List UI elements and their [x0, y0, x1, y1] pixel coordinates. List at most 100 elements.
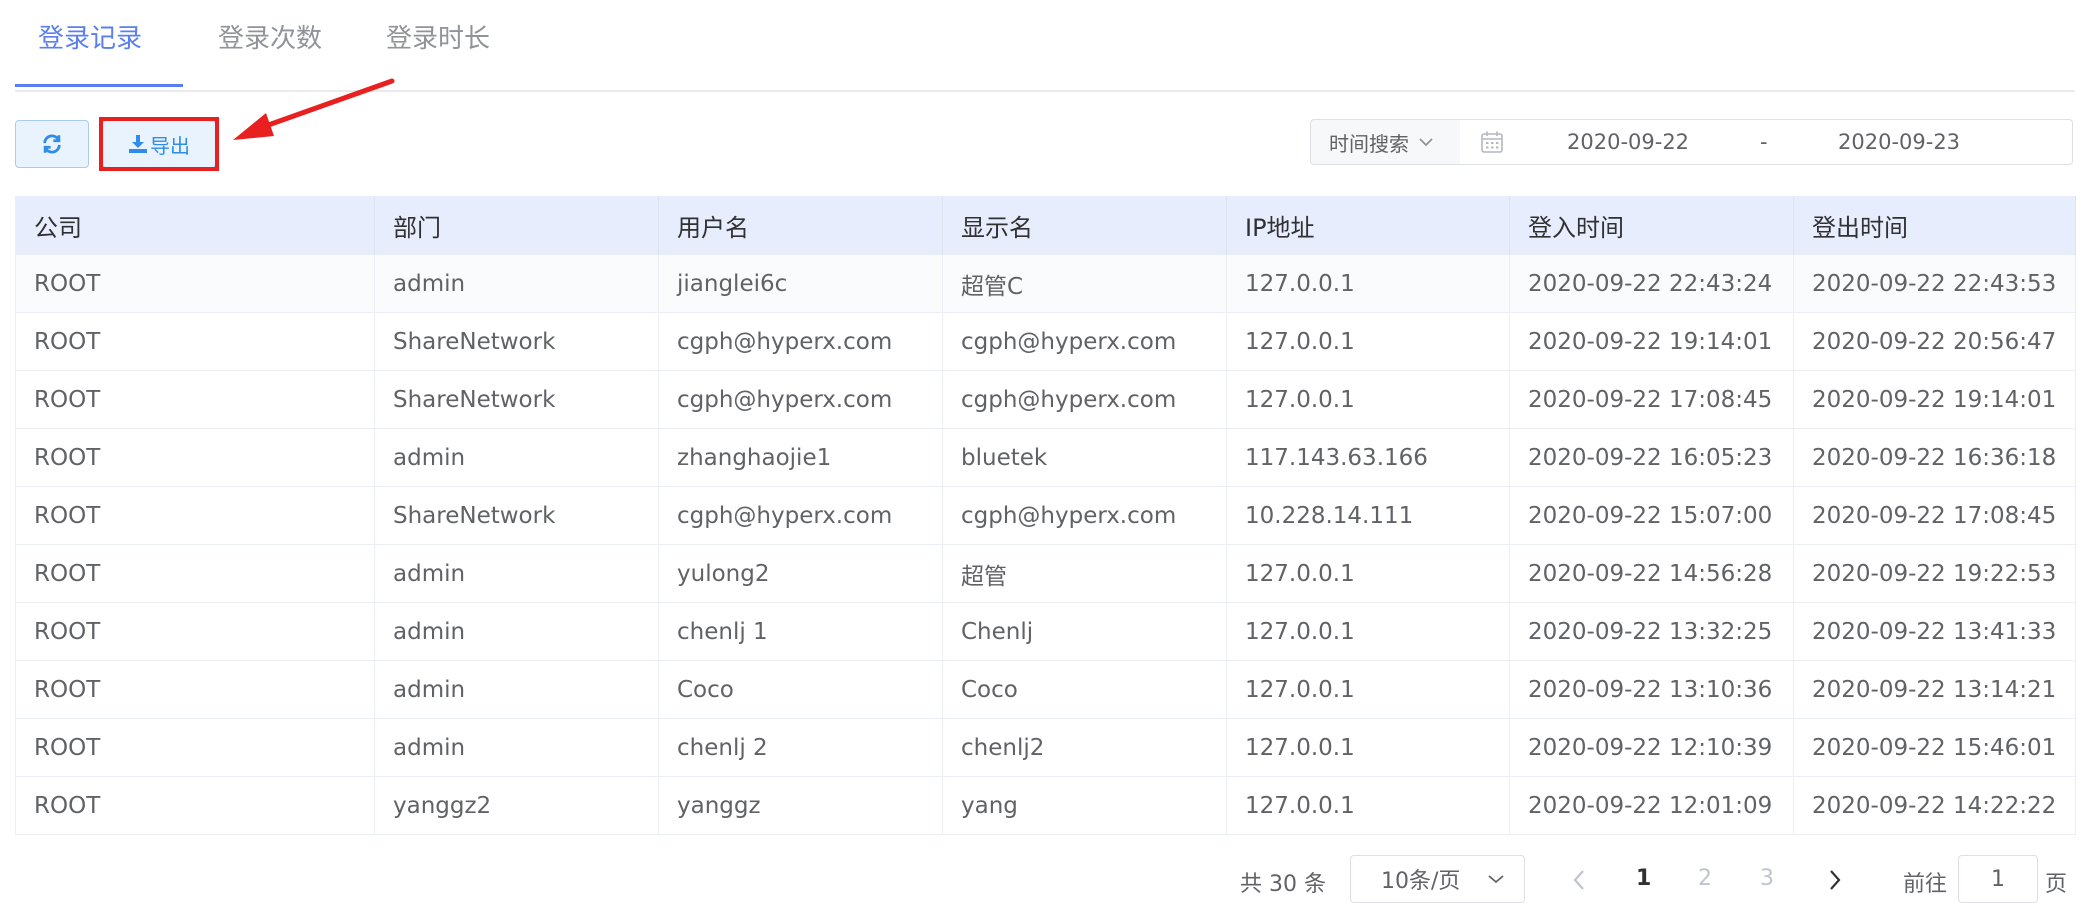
cell-company: ROOT: [15, 602, 375, 661]
cell-ip-address: 127.0.0.1: [1226, 718, 1510, 777]
cell-department: admin: [374, 718, 659, 777]
table-row[interactable]: ROOT admin yulong2 超管 127.0.0.1 2020-09-22 14…: [15, 544, 2076, 603]
export-button[interactable]: 导出: [102, 120, 216, 168]
column-header-ip-address[interactable]: IP地址: [1226, 196, 1510, 255]
export-label: 导出: [150, 133, 190, 158]
goto-suffix: 页: [2045, 872, 2068, 897]
cell-logout-time: 2020-09-22 22:43:53: [1793, 254, 2076, 313]
page-2[interactable]: 2: [1698, 866, 1712, 891]
tab-bar: 登录记录 登录次数 登录时长: [15, 0, 2075, 92]
page-3[interactable]: 3: [1760, 866, 1774, 891]
table-row[interactable]: ROOT ShareNetwork cgph@hyperx.com cgph@hype…: [15, 486, 2076, 545]
cell-logout-time: 2020-09-22 13:41:33: [1793, 602, 2076, 661]
cell-department: admin: [374, 254, 659, 313]
cell-display-name: yang: [942, 776, 1227, 835]
cell-company: ROOT: [15, 428, 375, 487]
refresh-button[interactable]: [15, 120, 89, 168]
page-size-select[interactable]: 10条/页: [1350, 855, 1525, 903]
cell-company: ROOT: [15, 718, 375, 777]
login-records-table: 公司 部门 用户名 显示名 IP地址 登入时间 登出时间 ROOT admin ji…: [15, 196, 2076, 835]
table-row[interactable]: ROOT admin chenlj 2 chenlj2 127.0.0.1 2020-09…: [15, 718, 2076, 777]
cell-username: jianglei6c: [658, 254, 943, 313]
table-header-row: 公司 部门 用户名 显示名 IP地址 登入时间 登出时间: [15, 196, 2076, 255]
end-date-input[interactable]: 2020-09-23: [1838, 130, 1960, 154]
search-type-select[interactable]: 时间搜索: [1310, 119, 1461, 165]
column-header-logout-time[interactable]: 登出时间: [1793, 196, 2076, 255]
cell-company: ROOT: [15, 776, 375, 835]
cell-logout-time: 2020-09-22 17:08:45: [1793, 486, 2076, 545]
tab-login-count[interactable]: 登录次数: [218, 18, 322, 55]
cell-company: ROOT: [15, 544, 375, 603]
table-row[interactable]: ROOT admin chenlj 1 Chenlj 127.0.0.1 2020-09-…: [15, 602, 2076, 661]
table-row[interactable]: ROOT admin zhanghaojie1 bluetek 117.143.63.1…: [15, 428, 2076, 487]
chevron-down-icon: [1488, 875, 1505, 884]
refresh-icon: [43, 134, 61, 154]
cell-username: cgph@hyperx.com: [658, 312, 943, 371]
cell-display-name: cgph@hyperx.com: [942, 312, 1227, 371]
cell-department: admin: [374, 544, 659, 603]
cell-department: ShareNetwork: [374, 370, 659, 429]
cell-logout-time: 2020-09-22 15:46:01: [1793, 718, 2076, 777]
cell-username: chenlj 1: [658, 602, 943, 661]
page-size-label: 10条/页: [1381, 869, 1461, 894]
cell-logout-time: 2020-09-22 14:22:22: [1793, 776, 2076, 835]
cell-login-time: 2020-09-22 16:05:23: [1509, 428, 1794, 487]
cell-logout-time: 2020-09-22 20:56:47: [1793, 312, 2076, 371]
page-1[interactable]: 1: [1636, 866, 1651, 891]
table-row[interactable]: ROOT admin Coco Coco 127.0.0.1 2020-09-22 13:…: [15, 660, 2076, 719]
cell-display-name: 超管: [942, 544, 1227, 603]
prev-page-icon[interactable]: [1572, 869, 1586, 891]
cell-login-time: 2020-09-22 12:01:09: [1509, 776, 1794, 835]
cell-department: admin: [374, 660, 659, 719]
column-header-display-name[interactable]: 显示名: [942, 196, 1227, 255]
active-tab-indicator: [15, 84, 183, 87]
start-date-input[interactable]: 2020-09-22: [1567, 130, 1689, 154]
calendar-icon: [1481, 131, 1503, 153]
pagination: 共 30 条 10条/页 1 2 3 前往 页: [0, 855, 2084, 905]
date-range-picker[interactable]: 2020-09-22 - 2020-09-23: [1460, 119, 2073, 165]
cell-ip-address: 117.143.63.166: [1226, 428, 1510, 487]
cell-username: zhanghaojie1: [658, 428, 943, 487]
cell-username: Coco: [658, 660, 943, 719]
goto-label: 前往: [1903, 872, 1948, 897]
cell-login-time: 2020-09-22 19:14:01: [1509, 312, 1794, 371]
cell-login-time: 2020-09-22 14:56:28: [1509, 544, 1794, 603]
date-range-separator: -: [1760, 130, 1768, 154]
cell-display-name: Coco: [942, 660, 1227, 719]
tab-login-duration[interactable]: 登录时长: [386, 18, 490, 55]
cell-logout-time: 2020-09-22 19:22:53: [1793, 544, 2076, 603]
cell-company: ROOT: [15, 254, 375, 313]
cell-logout-time: 2020-09-22 16:36:18: [1793, 428, 2076, 487]
cell-ip-address: 127.0.0.1: [1226, 370, 1510, 429]
cell-ip-address: 127.0.0.1: [1226, 544, 1510, 603]
cell-ip-address: 127.0.0.1: [1226, 602, 1510, 661]
table-row[interactable]: ROOT ShareNetwork cgph@hyperx.com cgph@hype…: [15, 370, 2076, 429]
chevron-down-icon: [1419, 138, 1433, 147]
table-row[interactable]: ROOT yanggz2 yanggz yang 127.0.0.1 2020-09-22…: [15, 776, 2076, 835]
cell-display-name: cgph@hyperx.com: [942, 370, 1227, 429]
table-row[interactable]: ROOT admin jianglei6c 超管C 127.0.0.1 2020-09-2…: [15, 254, 2076, 313]
cell-display-name: Chenlj: [942, 602, 1227, 661]
cell-login-time: 2020-09-22 15:07:00: [1509, 486, 1794, 545]
cell-display-name: 超管C: [942, 254, 1227, 313]
column-header-login-time[interactable]: 登入时间: [1509, 196, 1794, 255]
column-header-company[interactable]: 公司: [15, 196, 375, 255]
cell-department: yanggz2: [374, 776, 659, 835]
cell-ip-address: 127.0.0.1: [1226, 312, 1510, 371]
cell-ip-address: 10.228.14.111: [1226, 486, 1510, 545]
search-type-label: 时间搜索: [1329, 131, 1409, 156]
cell-company: ROOT: [15, 486, 375, 545]
next-page-icon[interactable]: [1828, 869, 1842, 891]
cell-username: yanggz: [658, 776, 943, 835]
cell-username: chenlj 2: [658, 718, 943, 777]
tab-login-records[interactable]: 登录记录: [38, 18, 142, 55]
column-header-department[interactable]: 部门: [374, 196, 659, 255]
cell-display-name: bluetek: [942, 428, 1227, 487]
goto-page-input[interactable]: [1958, 855, 2038, 903]
cell-username: yulong2: [658, 544, 943, 603]
cell-display-name: chenlj2: [942, 718, 1227, 777]
column-header-username[interactable]: 用户名: [658, 196, 943, 255]
table-row[interactable]: ROOT ShareNetwork cgph@hyperx.com cgph@hype…: [15, 312, 2076, 371]
total-count: 共 30 条: [1240, 872, 1326, 897]
cell-department: admin: [374, 602, 659, 661]
